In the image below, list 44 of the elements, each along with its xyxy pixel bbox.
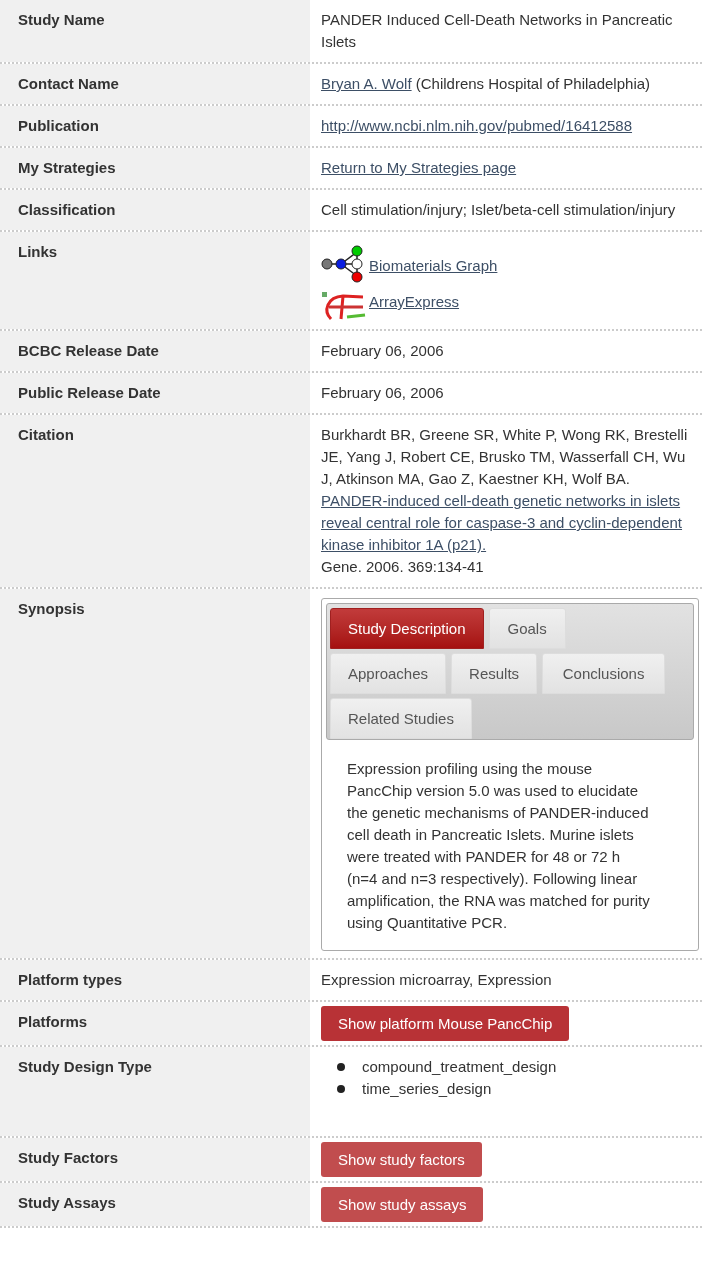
field-value: Expression microarray, Expression [321,970,553,990]
field-label: BCBC Release Date [18,341,160,361]
field-value: PANDER Induced Cell-Death Networks in Pancreatic Islets [321,10,674,52]
link[interactable]: ArrayExpress [369,291,460,313]
field-label: My Strategies [18,158,117,178]
field-label: Study Factors [18,1148,120,1168]
synopsis-text: Expression profiling using the mouse PancChip version 5.0 was used to elucidate the genetic mechanisms of PANDER-induced cell death in Pancreatic Islets. Murine islets were treated with PANDER for 48 or 72 h (n=4 and n=3 respectively). Following linear amplification, the RNA was matched for purity using Quantitative PCR. [346,759,651,933]
article-link[interactable]: PANDER-induced cell-death genetic networks in islets reveal central role for caspase-3 and cyclin-dependent kinase inhibitor 1A (p21). [321,490,696,556]
field-value: February 06, 2006 [321,383,445,403]
show-button[interactable]: Show study assays [321,1187,484,1222]
bullet-icon [337,1063,345,1071]
bullet-icon [337,1085,345,1093]
show-button[interactable]: Show platform Mouse PancChip [321,1006,570,1041]
field-label: Publication [18,116,100,136]
logo-icon [321,291,367,321]
field-value: Cell stimulation/injury; Islet/beta-cell stimulation/injury [321,200,677,220]
field-label: Study Assays [18,1193,117,1213]
tab[interactable]: Goals [488,608,566,649]
link[interactable]: http://www.ncbi.nlm.nih.gov/pubmed/16412588 [321,117,633,134]
link[interactable]: Biomaterials Graph [369,255,498,277]
contact-link[interactable]: Bryan A. Wolf [321,75,412,92]
field-label: Citation [18,425,75,445]
tab[interactable]: Approaches [330,653,447,694]
citation-text: Gene. 2006. 369:134-41 [321,557,485,577]
field-label: Platforms [18,1012,89,1032]
tab[interactable]: Conclusions [542,653,666,694]
field-label: Study Name [18,10,106,30]
field-label: Platform types [18,970,124,990]
list-item: time_series_design [362,1079,492,1099]
field-value: Bryan A. Wolf (Childrens Hospital of Philadelphia) [321,74,652,94]
list-item: compound_treatment_design [362,1057,557,1077]
tab[interactable]: Study Description [330,608,484,649]
field-label: Synopsis [18,599,86,619]
citation-text: Burkhardt BR, Greene SR, White P, Wong RK, Brestelli JE, Yang J, Robert CE, Brusko TM, Wasserfall CH, Wu J, Atkinson MA, Gao Z, Kaestner KH, Wolf BA. [321,425,689,489]
field-value: February 06, 2006 [321,341,445,361]
field-label: Classification [18,200,117,220]
field-label: Contact Name [18,74,120,94]
field-label: Public Release Date [18,383,162,403]
show-button[interactable]: Show study factors [321,1142,482,1177]
field-label: Links [18,242,59,262]
field-label: Study Design Type [18,1057,153,1077]
tab[interactable]: Results [451,653,538,694]
link[interactable]: Return to My Strategies page [321,159,517,176]
tab[interactable]: Related Studies [330,698,472,739]
